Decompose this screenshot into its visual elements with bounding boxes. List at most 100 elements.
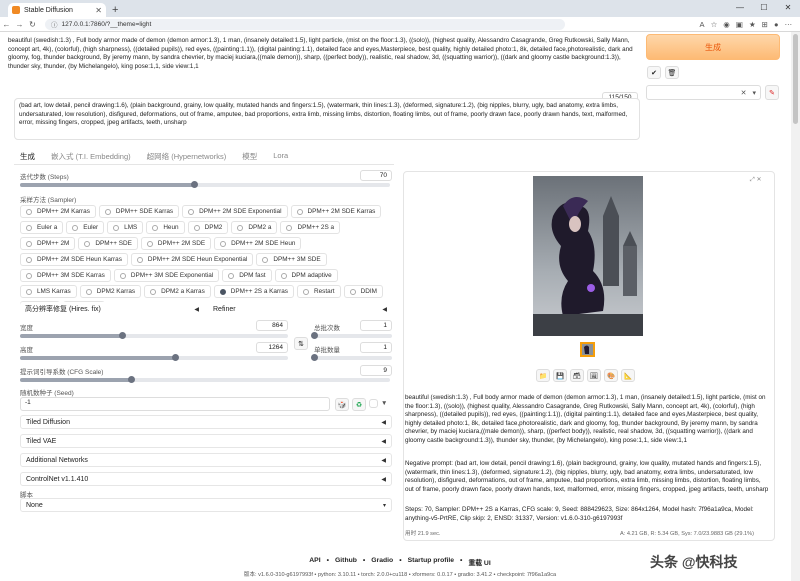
browser-tab[interactable]: Stable Diffusion ✕ (8, 3, 106, 17)
footer-github-link[interactable]: Github (335, 557, 357, 567)
sampler-option[interactable]: Euler a (20, 221, 64, 234)
save-icon[interactable]: 💾 (553, 369, 567, 382)
sampler-option[interactable]: DPM++ 2M SDE Heun Karras (20, 253, 128, 266)
tab-hypernetworks[interactable]: 超网络 (Hypernetworks) (147, 151, 227, 162)
forward-icon[interactable]: → (13, 20, 26, 29)
folder-icon[interactable]: 📁 (536, 369, 550, 382)
footer-reload-ui-link[interactable]: 重载 UI (468, 557, 490, 567)
sampler-option[interactable]: DPM++ 2M SDE Karras (290, 205, 382, 218)
trash-icon[interactable]: 🗑 (665, 66, 679, 79)
sampler-option[interactable]: DPM++ SDE (78, 237, 138, 250)
refresh-extension-icon[interactable]: ◉ (723, 20, 730, 29)
apply-style-button[interactable]: ✎ (765, 85, 779, 100)
tiled-vae-accordion[interactable]: Tiled VAE ◀ (20, 434, 392, 448)
send-to-inpaint-icon[interactable]: 🎨 (604, 369, 618, 382)
maximize-icon[interactable]: ☐ (752, 0, 776, 14)
sampler-option[interactable]: DPM adaptive (274, 269, 338, 282)
new-tab-icon[interactable]: + (112, 3, 118, 17)
sampler-option[interactable]: DPM++ 2M Karras (20, 205, 96, 218)
negative-prompt-textarea[interactable]: (bad art, low detail, pencil drawing:1.6… (14, 98, 640, 140)
script-dropdown[interactable]: None ▾ (20, 498, 392, 512)
reload-icon[interactable]: ↻ (26, 20, 39, 29)
send-to-img2img-icon[interactable]: 🖼 (587, 369, 601, 382)
tab-txt2img[interactable]: 生成 (20, 151, 35, 162)
sampler-option[interactable]: DPM++ 2M SDE Exponential (182, 205, 288, 218)
reuse-seed-icon[interactable]: ♻ (352, 398, 366, 411)
footer-gradio-link[interactable]: Gradio (371, 557, 393, 567)
sampler-option[interactable]: LMS Karras (20, 285, 77, 298)
send-to-extras-icon[interactable]: 📐 (621, 369, 635, 382)
generated-image[interactable] (533, 176, 643, 336)
close-window-icon[interactable]: ✕ (776, 0, 800, 14)
styles-dropdown[interactable]: ✕ ▾ (646, 85, 761, 100)
sampler-option[interactable]: DPM++ SDE Karras (98, 205, 180, 218)
seed-input[interactable]: -1 (20, 397, 330, 411)
hires-fix-toggle[interactable]: 高分辨率修复 (Hires. fix) ◀ (20, 302, 204, 316)
zip-icon[interactable]: 🗃 (570, 369, 584, 382)
extra-seed-checkbox[interactable] (369, 399, 378, 408)
sampler-option[interactable]: DPM++ 2M SDE Heun (214, 237, 302, 250)
tab-lora[interactable]: Lora (273, 151, 288, 162)
batch-size-input[interactable]: 1 (360, 342, 392, 353)
extra-seed-triangle-icon[interactable]: ▼ (381, 400, 387, 407)
random-seed-icon[interactable]: 🎲 (335, 398, 349, 411)
steps-slider[interactable] (20, 181, 390, 188)
profile-icon[interactable]: ● (774, 20, 779, 29)
read-aloud-icon[interactable]: A (700, 20, 705, 29)
favorites-icon[interactable]: ★ (749, 20, 756, 29)
sampler-option[interactable]: DPM++ 2M SDE (140, 237, 212, 250)
cfg-input[interactable]: 9 (360, 365, 392, 376)
width-slider[interactable] (20, 332, 288, 339)
sampler-option[interactable]: Euler (66, 221, 105, 234)
sampler-option[interactable]: DPM++ 2M SDE Heun Exponential (130, 253, 254, 266)
split-screen-icon[interactable]: ▣ (736, 20, 743, 29)
minimize-icon[interactable]: — (728, 0, 752, 14)
collections-icon[interactable]: ⊞ (762, 20, 768, 29)
additional-networks-accordion[interactable]: Additional Networks ◀ (20, 453, 392, 467)
sampler-option[interactable]: DPM++ 3M SDE (256, 253, 327, 266)
width-input[interactable]: 864 (256, 320, 288, 331)
clear-styles-icon[interactable]: ✕ (741, 89, 747, 97)
back-icon[interactable]: ← (0, 20, 13, 29)
page-scrollbar[interactable] (791, 32, 800, 581)
steps-input[interactable]: 70 (360, 170, 392, 181)
prompt-textarea[interactable]: beautiful (swedish:1.3) , Full body armo… (4, 34, 640, 90)
sampler-option[interactable]: DPM++ 2S a Karras (213, 285, 294, 298)
sampler-option[interactable]: DPM++ 3M SDE Exponential (113, 269, 220, 282)
more-icon[interactable]: ⋯ (785, 20, 793, 29)
tab-embedding[interactable]: 嵌入式 (T.I. Embedding) (51, 151, 131, 162)
footer-api-link[interactable]: API (309, 557, 320, 567)
sampler-option[interactable]: DDIM (343, 285, 383, 298)
address-bar[interactable]: ⓘ 127.0.0.1:7860/?__theme=light (45, 18, 565, 30)
height-slider[interactable] (20, 354, 288, 361)
tiled-diffusion-accordion[interactable]: Tiled Diffusion ◀ (20, 415, 392, 429)
favorite-icon[interactable]: ☆ (711, 20, 718, 29)
image-thumbnail[interactable] (580, 342, 595, 357)
cfg-slider[interactable] (20, 376, 390, 383)
sampler-option[interactable]: DPM++ 2M (20, 237, 76, 250)
controlnet-accordion[interactable]: ControlNet v1.1.410 ◀ (20, 472, 392, 486)
height-input[interactable]: 1264 (256, 342, 288, 353)
batch-count-input[interactable]: 1 (360, 320, 392, 331)
sampler-option[interactable]: DPM2 (187, 221, 229, 234)
info-icon[interactable]: ⓘ (51, 19, 58, 29)
tab-models[interactable]: 模型 (242, 151, 257, 162)
close-tab-icon[interactable]: ✕ (95, 6, 102, 15)
sampler-option[interactable]: DPM++ 2S a (280, 221, 341, 234)
sampler-option-label: DPM++ 3M SDE (273, 256, 321, 263)
footer-startup-profile-link[interactable]: Startup profile (408, 557, 454, 567)
read-params-button[interactable]: ✔ (647, 66, 661, 79)
sampler-option[interactable]: DPM2 Karras (79, 285, 142, 298)
sampler-option[interactable]: Heun (146, 221, 185, 234)
generate-button[interactable]: 生成 (646, 34, 780, 60)
sampler-option[interactable]: DPM++ 3M SDE Karras (20, 269, 111, 282)
sampler-option[interactable]: DPM fast (222, 269, 272, 282)
batch-size-slider[interactable] (311, 354, 392, 361)
swap-dimensions-icon[interactable]: ⇅ (294, 337, 308, 350)
sampler-option[interactable]: Restart (296, 285, 341, 298)
batch-count-slider[interactable] (311, 332, 392, 339)
sampler-option[interactable]: DPM2 a Karras (144, 285, 211, 298)
sampler-option[interactable]: DPM2 a (231, 221, 278, 234)
refiner-toggle[interactable]: Refiner ◀ (208, 302, 392, 316)
sampler-option[interactable]: LMS (107, 221, 144, 234)
